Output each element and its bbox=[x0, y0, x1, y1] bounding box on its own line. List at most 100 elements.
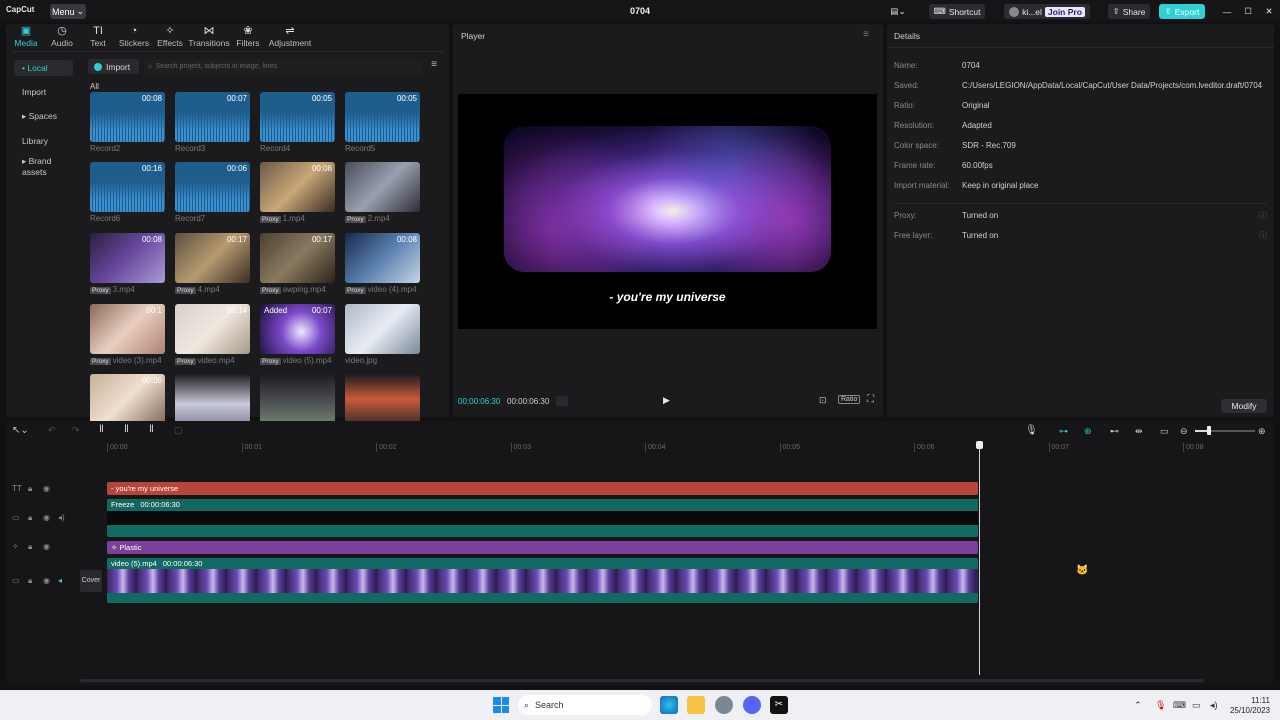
audio-icon[interactable]: ◂ bbox=[58, 576, 62, 585]
media-item[interactable]: 00:08 bbox=[90, 92, 165, 142]
sidebar-item[interactable]: • Local bbox=[14, 60, 73, 76]
list-view-icon[interactable]: ≡ bbox=[427, 59, 441, 73]
zoom-slider-handle[interactable] bbox=[1207, 426, 1211, 435]
info-icon[interactable]: ⓘ bbox=[1259, 210, 1267, 221]
tray-chevron-icon[interactable]: ⌃ bbox=[1134, 700, 1142, 711]
preview-axis-icon[interactable]: ⊷ bbox=[1110, 426, 1119, 437]
lock-icon[interactable]: 🔒︎ bbox=[28, 513, 32, 523]
tab-stickers[interactable]: ◔ Stickers bbox=[116, 24, 152, 54]
modify-button[interactable]: Modify bbox=[1221, 399, 1267, 413]
media-item[interactable]: 00:06 bbox=[175, 162, 250, 212]
filter-all[interactable]: All bbox=[90, 82, 99, 91]
volume-icon[interactable]: ◂) bbox=[1210, 700, 1218, 711]
lock-icon[interactable]: 🔒︎ bbox=[28, 542, 32, 552]
tab-adjustment[interactable]: ⇌ Adjustment bbox=[266, 24, 314, 54]
menu-button[interactable]: Menu ⌄ bbox=[50, 4, 86, 19]
trim-left-icon[interactable]: Ⅱ bbox=[124, 424, 129, 435]
link-icon[interactable]: ⊛ bbox=[1084, 426, 1092, 437]
search-input[interactable]: ⌕ Search project, subjects in image, lin… bbox=[144, 59, 423, 74]
eye-icon[interactable]: ◉ bbox=[43, 513, 50, 522]
player-menu-icon[interactable]: ≡ bbox=[863, 29, 869, 40]
media-item[interactable]: 00:05 bbox=[345, 92, 420, 142]
effect-clip[interactable]: ✧ Plastic bbox=[107, 541, 978, 554]
microphone-icon[interactable]: 🎙 bbox=[1025, 425, 1038, 436]
eye-icon[interactable]: ◉ bbox=[43, 484, 50, 493]
text-clip[interactable]: - you're my universe bbox=[107, 482, 978, 495]
media-item[interactable]: 00:17 bbox=[175, 233, 250, 283]
lock-icon[interactable]: 🔒︎ bbox=[28, 576, 32, 586]
media-item[interactable]: 00:14 bbox=[175, 304, 250, 354]
share-button[interactable]: ⇪ Share bbox=[1108, 4, 1150, 19]
microphone-tray-icon[interactable]: 🎙 bbox=[1155, 700, 1166, 711]
tab-text[interactable]: TI Text bbox=[80, 24, 116, 54]
import-button[interactable]: Import bbox=[88, 59, 139, 74]
account-button[interactable]: ki...el Join Pro bbox=[1004, 4, 1090, 19]
minimize-button[interactable]: — bbox=[1220, 4, 1234, 19]
edge-icon[interactable] bbox=[660, 696, 678, 714]
media-item[interactable]: 00:1 bbox=[90, 304, 165, 354]
fullscreen-icon[interactable]: ⛶ bbox=[867, 394, 874, 405]
caption-icon[interactable]: ▭ bbox=[1160, 426, 1169, 437]
export-button[interactable]: ⇧ Export bbox=[1159, 4, 1205, 19]
split-scene-icon[interactable]: ⇹ bbox=[1135, 426, 1143, 437]
timecode-toggle[interactable] bbox=[556, 396, 568, 406]
delete-icon[interactable]: ▢ bbox=[174, 425, 183, 436]
cover-button[interactable]: Cover bbox=[80, 570, 102, 592]
eye-icon[interactable]: ◉ bbox=[43, 576, 50, 585]
tab-effects[interactable]: ✧ Effects bbox=[152, 24, 188, 54]
tab-transitions[interactable]: ⋈ Transitions bbox=[188, 24, 230, 54]
magnet-icon[interactable]: ⊶ bbox=[1059, 426, 1068, 437]
sidebar-item[interactable]: Library bbox=[14, 133, 73, 149]
freeze-clip[interactable]: Freeze 00:00:06:30 bbox=[107, 499, 978, 537]
sidebar-item[interactable]: Import bbox=[14, 84, 73, 100]
media-item[interactable]: 00:16 bbox=[90, 162, 165, 212]
sidebar-item[interactable]: ▸ Brand assets bbox=[14, 156, 73, 177]
capcut-taskbar-icon[interactable]: ✂ bbox=[770, 696, 788, 714]
play-button[interactable]: ▶ bbox=[663, 395, 670, 406]
select-tool-icon[interactable]: ↖⌄ bbox=[12, 425, 29, 436]
keyboard-tray-icon[interactable]: ⌨ bbox=[1173, 700, 1186, 711]
layout-button[interactable]: ▤⌄ bbox=[886, 4, 910, 19]
media-item[interactable]: 00:07 bbox=[175, 92, 250, 142]
maximize-button[interactable]: ☐ bbox=[1241, 4, 1255, 19]
media-item[interactable]: 00:08 bbox=[345, 233, 420, 283]
screenshot-icon[interactable]: ⊡ bbox=[819, 395, 827, 406]
tab-audio[interactable]: ◷ Audio bbox=[44, 24, 80, 54]
timeline-scrollbar[interactable] bbox=[80, 679, 1204, 682]
discord-icon[interactable] bbox=[743, 696, 761, 714]
zoom-out-icon[interactable]: ⊖ bbox=[1180, 426, 1188, 437]
taskbar-search[interactable]: ⌕ Search bbox=[518, 695, 652, 715]
split-icon[interactable]: Ⅱ bbox=[99, 424, 104, 435]
undo-icon[interactable]: ↶ bbox=[48, 425, 56, 436]
tab-media[interactable]: ▣ Media bbox=[8, 24, 44, 54]
settings-icon[interactable] bbox=[715, 696, 733, 714]
lock-icon[interactable]: 🔒︎ bbox=[28, 484, 32, 494]
media-item[interactable]: 00:07 Added bbox=[260, 304, 335, 354]
media-item[interactable]: 00:08 bbox=[260, 162, 335, 212]
ratio-button[interactable]: Ratio bbox=[838, 395, 861, 404]
eye-icon[interactable]: ◉ bbox=[43, 542, 50, 551]
shortcut-button[interactable]: ⌨ Shortcut bbox=[929, 4, 985, 19]
windows-start-icon[interactable] bbox=[493, 697, 509, 713]
audio-mute-icon[interactable]: ◂) bbox=[58, 513, 65, 522]
media-item[interactable]: 00:08 bbox=[90, 233, 165, 283]
media-item[interactable]: 00:06 bbox=[90, 374, 165, 424]
media-item[interactable] bbox=[260, 374, 335, 424]
file-explorer-icon[interactable] bbox=[687, 696, 705, 714]
media-item[interactable] bbox=[345, 304, 420, 354]
close-button[interactable]: ✕ bbox=[1262, 4, 1276, 19]
network-icon[interactable]: ▭ bbox=[1192, 700, 1201, 711]
trim-right-icon[interactable]: Ⅱ bbox=[149, 424, 154, 435]
video-clip[interactable]: video (5).mp4 00:00:06:30 bbox=[107, 558, 978, 603]
redo-icon[interactable]: ↷ bbox=[72, 425, 80, 436]
info-icon[interactable]: ⓘ bbox=[1259, 230, 1267, 241]
media-item[interactable]: 00:05 bbox=[260, 92, 335, 142]
media-item[interactable] bbox=[345, 374, 420, 424]
taskbar-clock[interactable]: 11:11 25/10/2023 bbox=[1228, 696, 1270, 716]
sidebar-item[interactable]: ▸ Spaces bbox=[14, 108, 73, 124]
media-item[interactable] bbox=[175, 374, 250, 424]
tab-filters[interactable]: ❀ Filters bbox=[230, 24, 266, 54]
join-pro-badge[interactable]: Join Pro bbox=[1044, 6, 1085, 17]
media-item[interactable]: 00:17 bbox=[260, 233, 335, 283]
media-item[interactable] bbox=[345, 162, 420, 212]
